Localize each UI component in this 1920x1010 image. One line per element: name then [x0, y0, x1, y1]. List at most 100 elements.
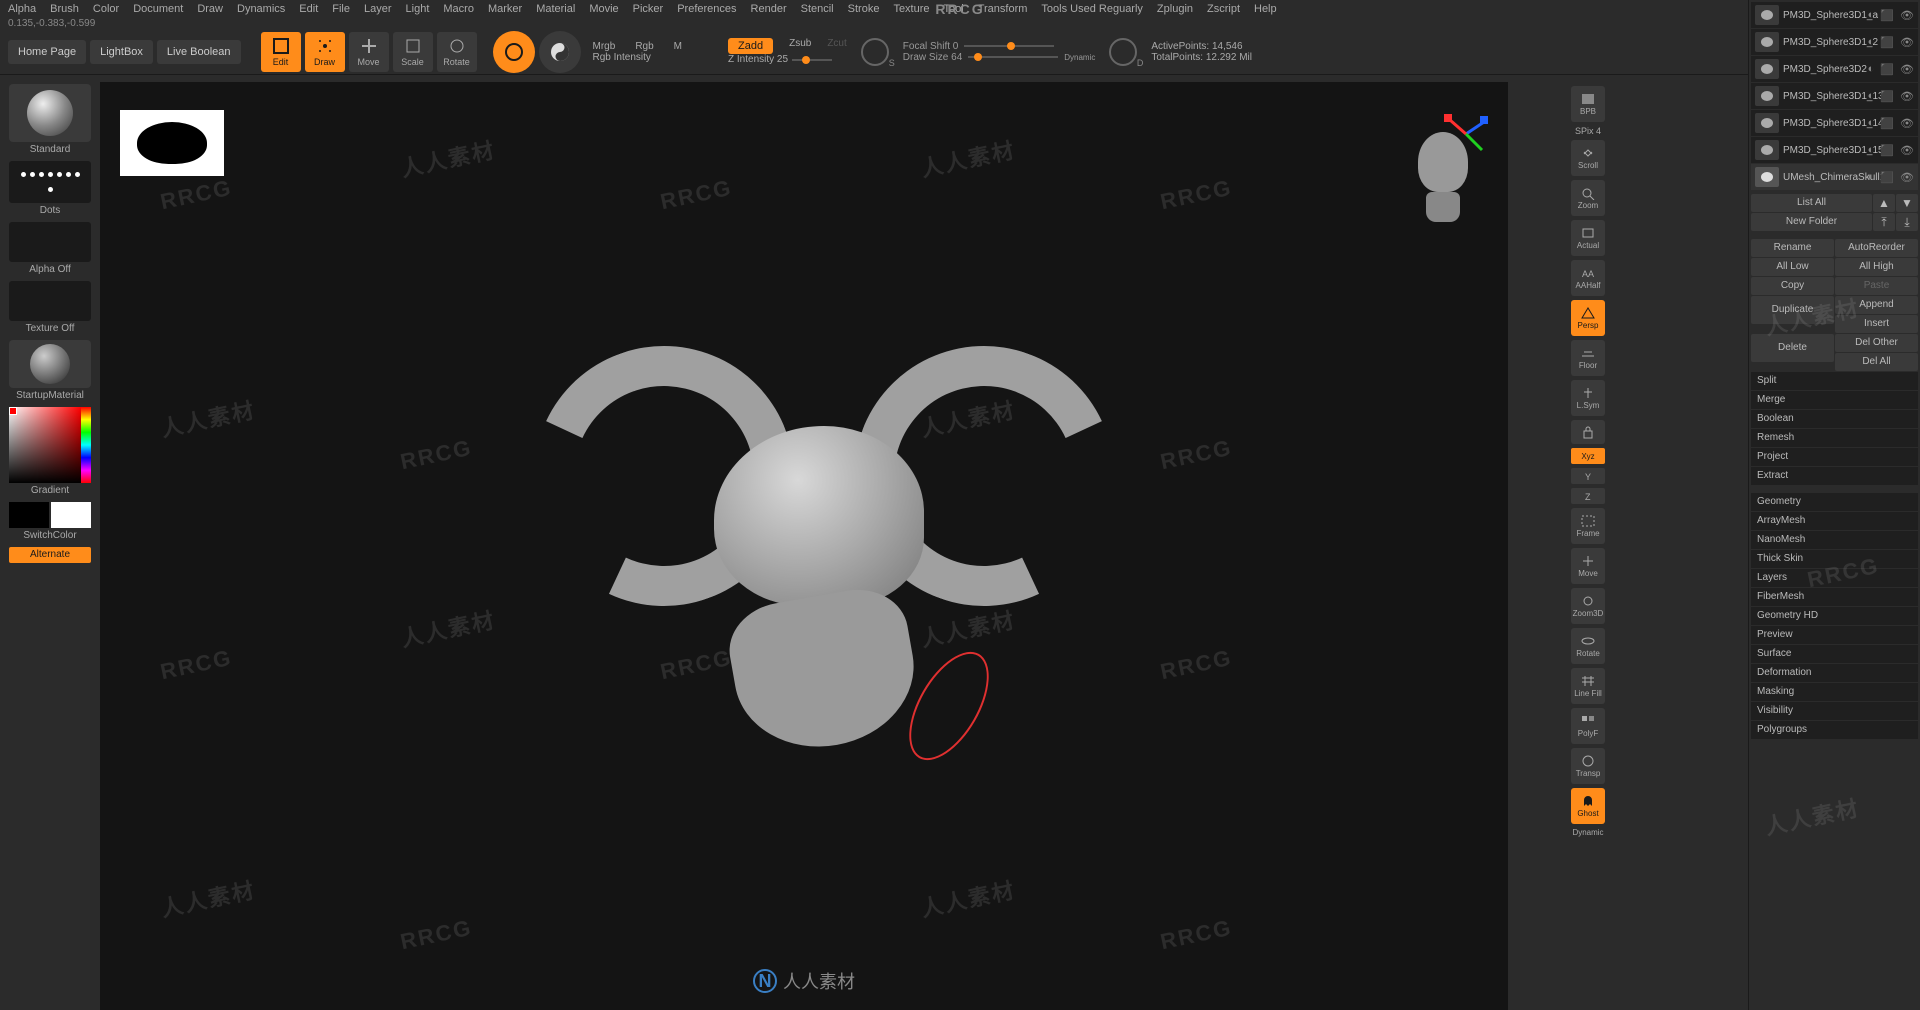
visibility-toggle[interactable]: 👁 [1900, 144, 1914, 157]
draw-size-slider[interactable] [968, 56, 1058, 58]
merge-section[interactable]: Merge [1751, 391, 1918, 409]
menu-edit[interactable]: Edit [299, 3, 318, 15]
menu-alpha[interactable]: Alpha [8, 3, 36, 15]
geometry-section[interactable]: Geometry [1751, 493, 1918, 511]
polygroups-section[interactable]: Polygroups [1751, 721, 1918, 739]
scale-mode-button[interactable]: Scale [393, 32, 433, 72]
arraymesh-section[interactable]: ArrayMesh [1751, 512, 1918, 530]
focal-shift-slider[interactable] [964, 45, 1054, 47]
visibility-toggle[interactable]: 👁 [1900, 63, 1914, 76]
subtool-item[interactable]: PM3D_Sphere3D1_14◐⬛👁 [1751, 110, 1918, 136]
persp-button[interactable]: Persp [1571, 300, 1605, 336]
draw-mode-button[interactable]: Draw [305, 32, 345, 72]
lightbox-button[interactable]: LightBox [90, 40, 153, 64]
move-top-button[interactable]: ⤒ [1873, 213, 1895, 231]
extract-section[interactable]: Extract [1751, 467, 1918, 485]
menu-picker[interactable]: Picker [633, 3, 664, 15]
duplicate-button[interactable]: Duplicate [1751, 296, 1834, 324]
gizmo-button[interactable] [493, 31, 535, 73]
insert-button[interactable]: Insert [1835, 315, 1918, 333]
visibility-toggle[interactable]: 👁 [1900, 90, 1914, 103]
menu-draw[interactable]: Draw [197, 3, 223, 15]
menu-layer[interactable]: Layer [364, 3, 392, 15]
layers-section[interactable]: Layers [1751, 569, 1918, 587]
lsym-button[interactable]: L.Sym [1571, 380, 1605, 416]
menu-color[interactable]: Color [93, 3, 119, 15]
zsub-toggle[interactable]: Zsub [789, 38, 811, 54]
preview-section[interactable]: Preview [1751, 626, 1918, 644]
split-section[interactable]: Split [1751, 372, 1918, 390]
delother-button[interactable]: Del Other [1835, 334, 1918, 352]
liveboolean-button[interactable]: Live Boolean [157, 40, 241, 64]
edit-mode-button[interactable]: Edit [261, 32, 301, 72]
subtool-item[interactable]: PM3D_Sphere3D1_13◐⬛👁 [1751, 83, 1918, 109]
alternate-button[interactable]: Alternate [9, 547, 91, 563]
project-section[interactable]: Project [1751, 448, 1918, 466]
sculpt-mesh[interactable] [484, 316, 1124, 776]
alpha-thumb[interactable] [9, 222, 91, 262]
fibermesh-section[interactable]: FiberMesh [1751, 588, 1918, 606]
subtool-item[interactable]: UMesh_ChimeraSkull15◐⬛👁 [1751, 164, 1918, 190]
menu-marker[interactable]: Marker [488, 3, 522, 15]
home-button[interactable]: Home Page [8, 40, 86, 64]
rotate3d-button[interactable]: Rotate [1571, 628, 1605, 664]
stroke-thumb[interactable] [9, 161, 91, 203]
subtool-item[interactable]: PM3D_Sphere3D1_2◐⬛👁 [1751, 29, 1918, 55]
spix-label[interactable]: SPix 4 [1575, 126, 1601, 136]
polyf-button[interactable]: PolyF [1571, 708, 1605, 744]
frame-button[interactable]: Frame [1571, 508, 1605, 544]
menu-stroke[interactable]: Stroke [848, 3, 880, 15]
head-reference[interactable] [1408, 132, 1478, 232]
menu-transform[interactable]: Transform [978, 3, 1028, 15]
scroll-button[interactable]: Scroll [1571, 140, 1605, 176]
menu-help[interactable]: Help [1254, 3, 1277, 15]
menu-texture[interactable]: Texture [893, 3, 929, 15]
dynamic-ring-icon[interactable]: D [1109, 38, 1137, 66]
xyz-button[interactable]: Xyz [1571, 448, 1605, 464]
floor-button[interactable]: Floor [1571, 340, 1605, 376]
paste-button[interactable]: Paste [1835, 277, 1918, 295]
nanomesh-section[interactable]: NanoMesh [1751, 531, 1918, 549]
menu-zplugin[interactable]: Zplugin [1157, 3, 1193, 15]
thickskin-section[interactable]: Thick Skin [1751, 550, 1918, 568]
subtool-item[interactable]: PM3D_Sphere3D1_a◐⬛👁 [1751, 2, 1918, 28]
switchcolor-label[interactable]: SwitchColor [23, 530, 76, 541]
append-button[interactable]: Append [1835, 296, 1918, 314]
move-up-button[interactable]: ▲ [1873, 194, 1895, 212]
move3d-button[interactable]: Move [1571, 548, 1605, 584]
viewport[interactable]: RRCG 人人素材 RRCG 人人素材 RRCG 人人素材 RRCG 人人素材 … [100, 82, 1508, 1010]
swatch-black[interactable] [9, 502, 49, 528]
rename-button[interactable]: Rename [1751, 239, 1834, 257]
z-intensity-slider[interactable]: Z Intensity 25 [728, 54, 788, 65]
visibility-section[interactable]: Visibility [1751, 702, 1918, 720]
focal-ring-icon[interactable]: S [861, 38, 889, 66]
masking-section[interactable]: Masking [1751, 683, 1918, 701]
allhigh-button[interactable]: All High [1835, 258, 1918, 276]
sculptris-button[interactable] [539, 31, 581, 73]
menu-dynamics[interactable]: Dynamics [237, 3, 285, 15]
subtool-item[interactable]: PM3D_Sphere3D2◐⬛👁 [1751, 56, 1918, 82]
move-down-button[interactable]: ▼ [1896, 194, 1918, 212]
rgb-intensity-label[interactable]: Rgb Intensity [593, 52, 683, 63]
visibility-toggle[interactable]: 👁 [1900, 9, 1914, 22]
texture-thumb[interactable] [9, 281, 91, 321]
menu-light[interactable]: Light [406, 3, 430, 15]
move-mode-button[interactable]: Move [349, 32, 389, 72]
menu-preferences[interactable]: Preferences [677, 3, 736, 15]
menu-zscript[interactable]: Zscript [1207, 3, 1240, 15]
remesh-section[interactable]: Remesh [1751, 429, 1918, 447]
color-picker[interactable] [9, 407, 91, 483]
boolean-section[interactable]: Boolean [1751, 410, 1918, 428]
listall-button[interactable]: List All [1751, 194, 1872, 212]
lock-button[interactable] [1571, 420, 1605, 444]
transp-button[interactable]: Transp [1571, 748, 1605, 784]
actual-button[interactable]: Actual [1571, 220, 1605, 256]
menu-document[interactable]: Document [133, 3, 183, 15]
zoom-button[interactable]: Zoom [1571, 180, 1605, 216]
y-button[interactable]: Y [1571, 468, 1605, 484]
subtool-item[interactable]: PM3D_Sphere3D1_15◐⬛👁 [1751, 137, 1918, 163]
alllow-button[interactable]: All Low [1751, 258, 1834, 276]
zcut-toggle[interactable]: Zcut [827, 38, 846, 54]
linefill-button[interactable]: Line Fill [1571, 668, 1605, 704]
bpb-button[interactable]: BPB [1571, 86, 1605, 122]
